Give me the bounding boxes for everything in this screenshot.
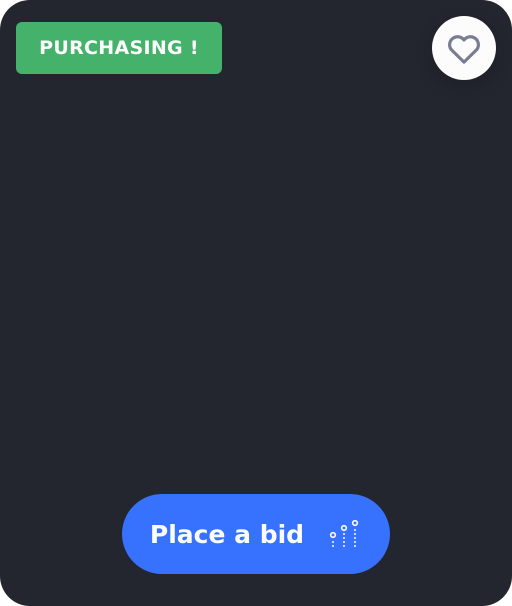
heart-icon xyxy=(444,28,484,68)
status-badge: PURCHASING ! xyxy=(16,22,222,74)
product-card: PURCHASING ! Place a bid xyxy=(0,0,512,606)
place-bid-label: Place a bid xyxy=(149,519,305,549)
place-bid-button[interactable]: Place a bid xyxy=(122,494,390,574)
favorite-button[interactable] xyxy=(432,16,496,80)
scatter-dots-icon xyxy=(328,519,362,549)
